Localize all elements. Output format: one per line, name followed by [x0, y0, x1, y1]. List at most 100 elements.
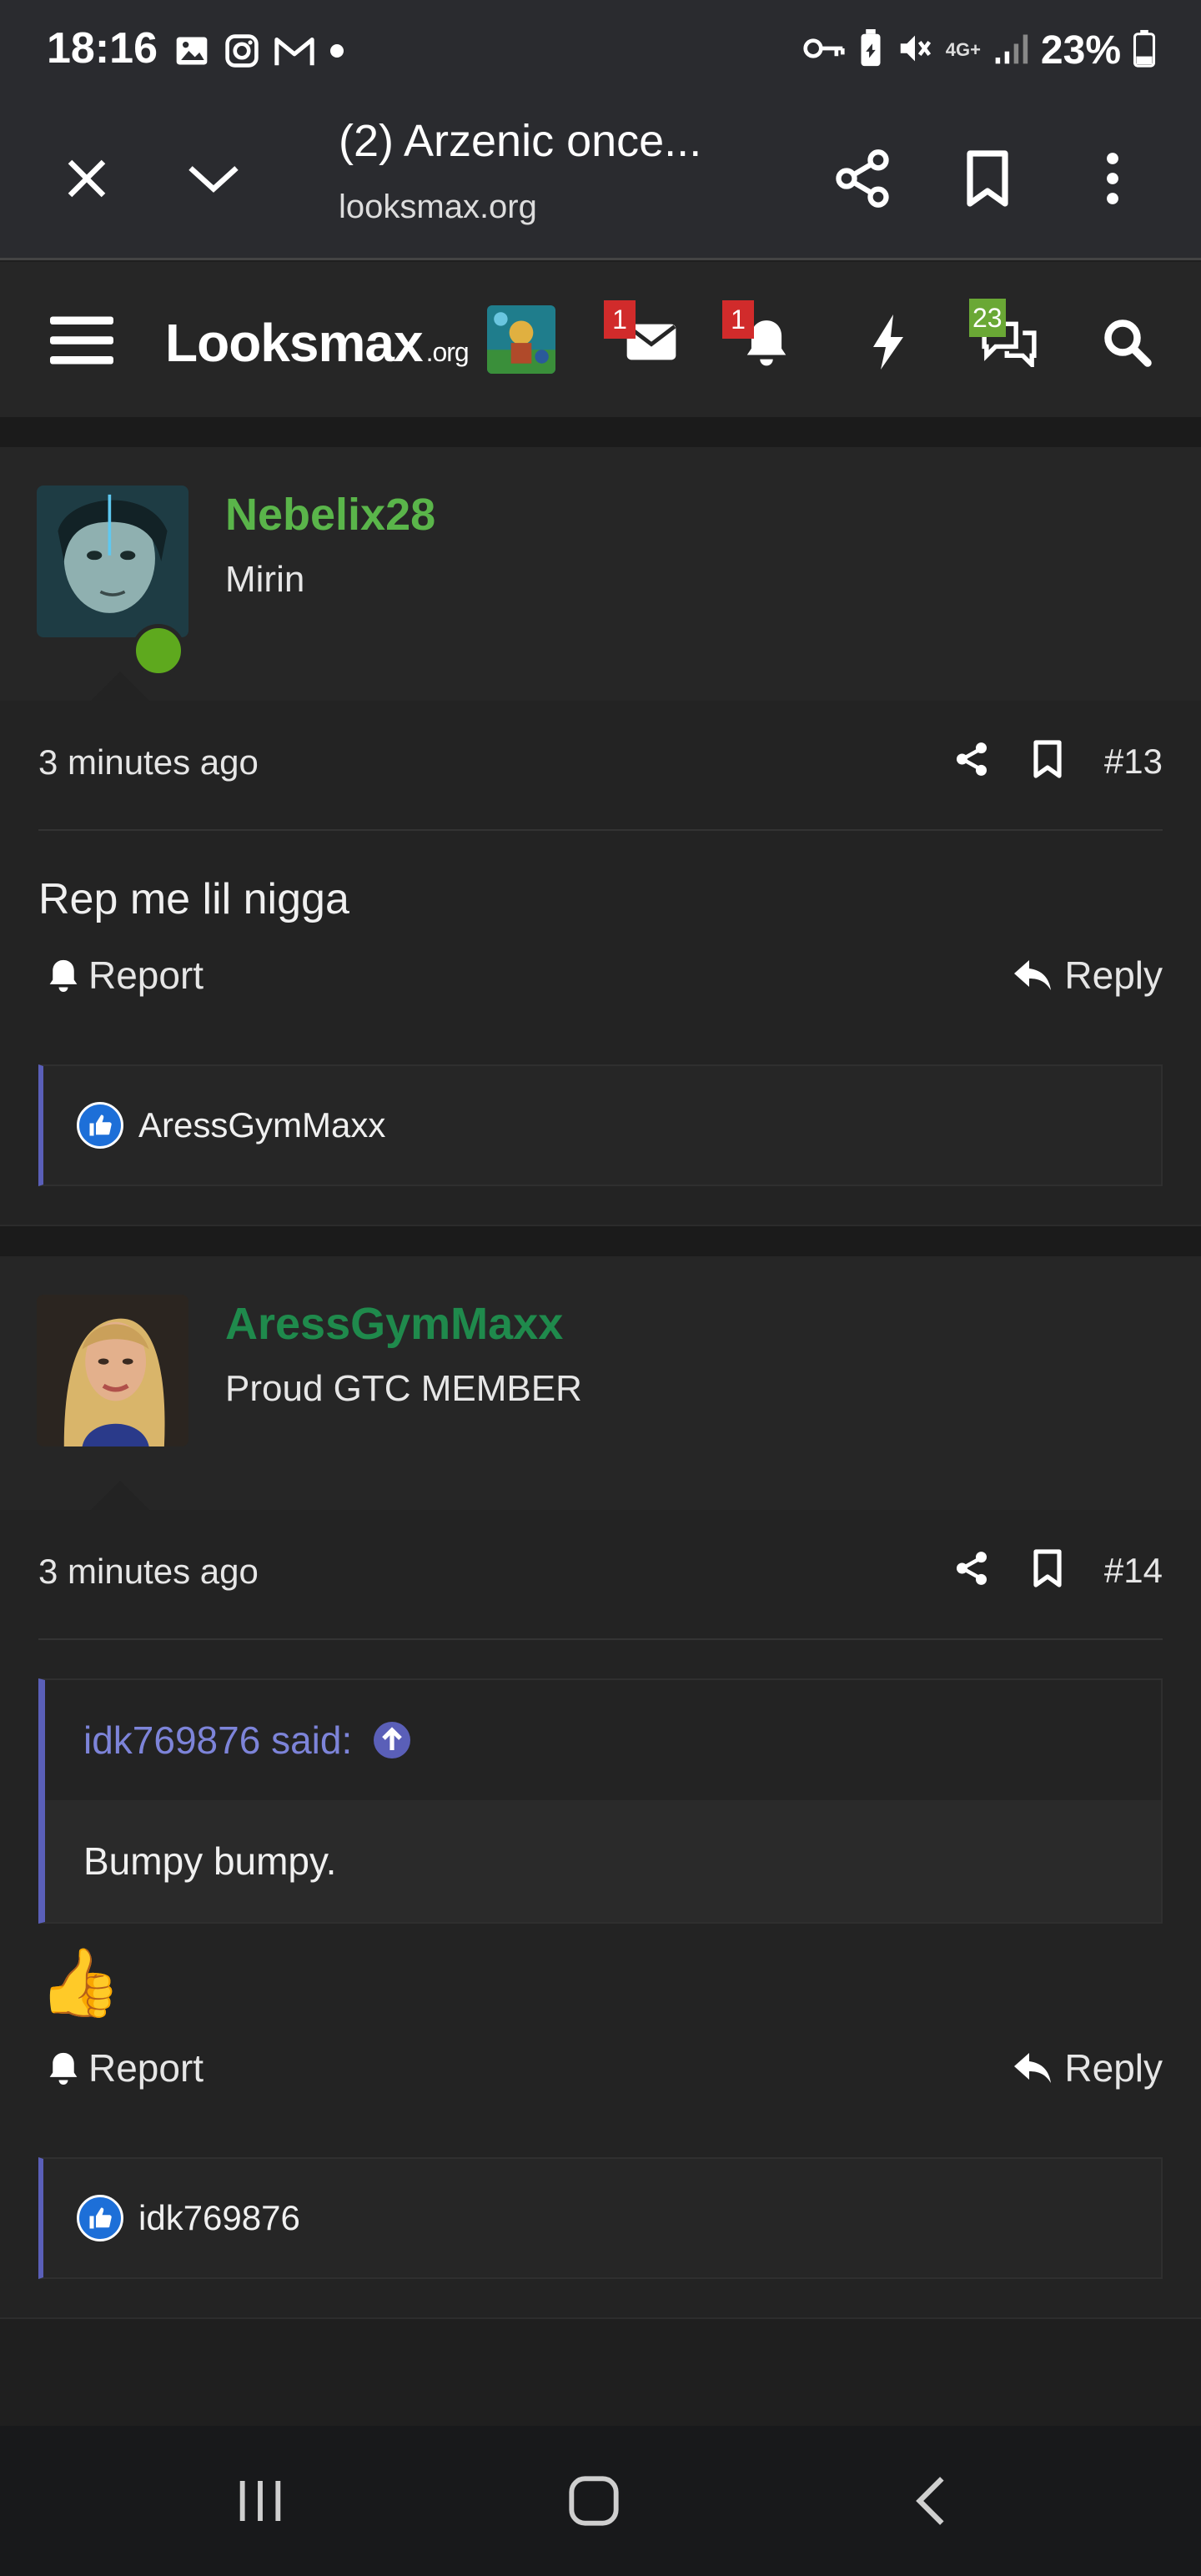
home-button[interactable]	[552, 2468, 636, 2534]
thumbs-up-emoji: 👍	[38, 1945, 122, 2020]
avatar-image-icon	[487, 305, 555, 374]
battery-percent: 23%	[1040, 28, 1121, 73]
reply-label: Reply	[1064, 2046, 1163, 2090]
post-content: 👍	[38, 1924, 1163, 2032]
avatar-portrait-icon	[37, 486, 188, 637]
bookmark-post-icon[interactable]	[1031, 739, 1064, 783]
lightning-icon	[873, 314, 903, 370]
post: AressGymMaxx Proud GTC MEMBER 3 minutes …	[0, 1256, 1201, 2317]
bookmark-button[interactable]	[947, 138, 1028, 219]
post-separator	[0, 2317, 1201, 2384]
report-button[interactable]: Report	[47, 2045, 204, 2090]
gallery-icon	[173, 33, 210, 73]
share-post-icon[interactable]	[952, 740, 991, 782]
dot-icon	[329, 43, 345, 63]
whats-new-button[interactable]	[851, 309, 926, 375]
post-actions: Report Reply	[38, 2032, 1163, 2124]
alerts-badge: 1	[722, 300, 754, 339]
post-message: Rep me lil nigga	[38, 875, 349, 923]
back-button[interactable]	[889, 2468, 972, 2534]
signal-icon	[992, 30, 1029, 71]
mute-icon	[896, 29, 934, 72]
site-logo[interactable]: Looksmax .org	[165, 312, 470, 374]
username[interactable]: AressGymMaxx	[225, 1298, 563, 1350]
reply-label: Reply	[1064, 953, 1163, 997]
search-icon	[1104, 319, 1152, 367]
minimize-button[interactable]	[173, 138, 254, 219]
quote-block: idk769876 said: Bumpy bumpy.	[38, 1678, 1163, 1924]
post-time[interactable]: 3 minutes ago	[38, 742, 259, 782]
reply-icon	[1014, 960, 1052, 990]
site-header: Looksmax .org 1 1 23	[0, 262, 1201, 417]
recents-icon	[239, 2481, 281, 2521]
share-post-icon[interactable]	[952, 1549, 991, 1592]
reacted-users[interactable]: idk769876	[138, 2198, 300, 2238]
reacted-users[interactable]: AressGymMaxx	[138, 1105, 385, 1145]
post-time[interactable]: 3 minutes ago	[38, 1552, 259, 1592]
share-icon	[836, 149, 889, 208]
system-navigation-bar	[0, 2426, 1201, 2576]
like-icon	[77, 2195, 123, 2241]
network-type: 4G+	[945, 39, 981, 60]
hamburger-icon	[50, 316, 113, 365]
report-label: Report	[88, 2046, 204, 2090]
notification-icons	[173, 32, 345, 73]
arrow-up-circle-icon	[374, 1722, 411, 1758]
userbar-arrow	[90, 1481, 150, 1511]
search-button[interactable]	[1089, 309, 1164, 375]
menu-button[interactable]	[47, 305, 117, 375]
report-label: Report	[88, 953, 204, 997]
post-content: Rep me lil nigga	[38, 831, 1163, 948]
post: Nebelix28 Mirin 3 minutes ago #13 Rep me…	[0, 447, 1201, 1225]
reactions-bar: AressGymMaxx	[38, 1064, 1163, 1186]
post-meta: 3 minutes ago #14	[38, 1510, 1163, 1640]
post-number[interactable]: #14	[1104, 1551, 1163, 1591]
post-meta: 3 minutes ago #13	[38, 701, 1163, 831]
logo-suffix: .org	[425, 337, 470, 367]
reply-button[interactable]: Reply	[1013, 953, 1163, 998]
post-user-bar: Nebelix28 Mirin	[0, 447, 1201, 702]
share-button[interactable]	[822, 138, 902, 219]
status-bar: 18:16 4G+ 23%	[0, 0, 1201, 100]
post-number[interactable]: #13	[1104, 742, 1163, 782]
post-user-bar: AressGymMaxx Proud GTC MEMBER	[0, 1256, 1201, 1511]
gmail-icon	[274, 33, 315, 73]
reactions-bar: idk769876	[38, 2157, 1163, 2279]
quote-header[interactable]: idk769876 said:	[45, 1680, 1161, 1800]
bell-icon	[49, 959, 78, 992]
bookmark-post-icon[interactable]	[1031, 1548, 1064, 1592]
post-meta-actions: #13	[952, 739, 1163, 783]
reply-button[interactable]: Reply	[1013, 2045, 1163, 2090]
more-vertical-icon	[1107, 153, 1118, 204]
user-avatar[interactable]	[37, 1295, 188, 1446]
key-icon	[802, 32, 846, 69]
more-options-button[interactable]	[1073, 138, 1153, 219]
user-avatar[interactable]	[37, 486, 188, 637]
user-title: Proud GTC MEMBER	[225, 1368, 582, 1409]
post-separator	[0, 1225, 1201, 1256]
online-indicator	[132, 624, 185, 677]
close-tab-button[interactable]	[47, 138, 127, 219]
thread-posts: Nebelix28 Mirin 3 minutes ago #13 Rep me…	[0, 417, 1201, 2384]
bookmark-icon	[967, 150, 1008, 207]
userbar-arrow	[90, 672, 150, 702]
close-icon	[68, 159, 106, 198]
report-button[interactable]: Report	[47, 953, 204, 998]
conversations-badge: 23	[969, 299, 1006, 337]
logo-text: Looksmax	[165, 313, 424, 373]
system-icons: 4G+ 23%	[802, 27, 1156, 73]
post-actions: Report Reply	[38, 948, 1163, 1031]
quote-text: Bumpy bumpy.	[45, 1800, 1161, 1922]
post-meta-actions: #14	[952, 1548, 1163, 1592]
inbox-badge: 1	[604, 300, 636, 339]
avatar-portrait-icon	[37, 1295, 188, 1446]
like-icon	[77, 1102, 123, 1149]
user-avatar[interactable]	[487, 305, 555, 374]
recent-apps-button[interactable]	[219, 2468, 302, 2534]
username[interactable]: Nebelix28	[225, 489, 435, 541]
